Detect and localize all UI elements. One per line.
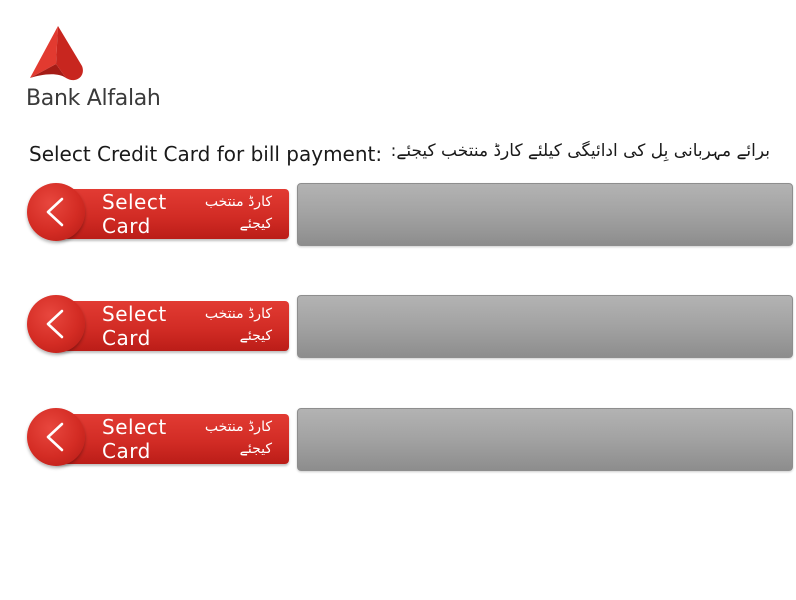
chevron-left-icon [46,422,64,452]
card-display-panel-1 [297,183,793,246]
select-card-label-urdu: کارڈ منتخب کیجئے [205,191,272,235]
chevron-left-icon [46,309,64,339]
alfalah-heart-logo-icon [30,26,83,81]
select-word: Select [102,190,167,214]
card-row: Select Card کارڈ منتخب کیجئے [27,183,793,247]
select-card-label-english: Select Card [102,415,167,463]
chevron-left-icon [46,197,64,227]
select-button-circle [27,295,85,353]
select-card-button-3[interactable]: Select Card کارڈ منتخب کیجئے [27,408,289,468]
select-word: Select [102,415,167,439]
select-card-label-urdu: کارڈ منتخب کیجئے [205,303,272,347]
urdu-line-1: کارڈ منتخب [204,306,272,322]
instruction-english: Select Credit Card for bill payment: [29,142,383,166]
select-button-circle [27,408,85,466]
select-card-button-1[interactable]: Select Card کارڈ منتخب کیجئے [27,183,289,243]
select-card-label-english: Select Card [102,302,167,350]
card-row: Select Card کارڈ منتخب کیجئے [27,295,793,359]
bank-logo: Bank Alfalah [26,26,166,116]
select-card-label-urdu: کارڈ منتخب کیجئے [205,416,272,460]
urdu-line-2: کیجئے [239,441,272,457]
card-word: Card [102,326,151,350]
card-word: Card [102,439,151,463]
select-word: Select [102,302,167,326]
select-card-label-english: Select Card [102,190,167,238]
urdu-line-1: کارڈ منتخب [204,194,272,210]
instruction-urdu: برائے مہربانی بِل کی ادائیگی کیلئے کارڈ … [390,141,770,161]
urdu-line-2: کیجئے [239,216,272,232]
card-display-panel-3 [297,408,793,471]
card-display-panel-2 [297,295,793,358]
card-row: Select Card کارڈ منتخب کیجئے [27,408,793,472]
urdu-line-1: کارڈ منتخب [204,419,272,435]
urdu-line-2: کیجئے [239,328,272,344]
select-card-button-2[interactable]: Select Card کارڈ منتخب کیجئے [27,295,289,355]
select-button-circle [27,183,85,241]
card-word: Card [102,214,151,238]
bank-name: Bank Alfalah [26,86,161,111]
